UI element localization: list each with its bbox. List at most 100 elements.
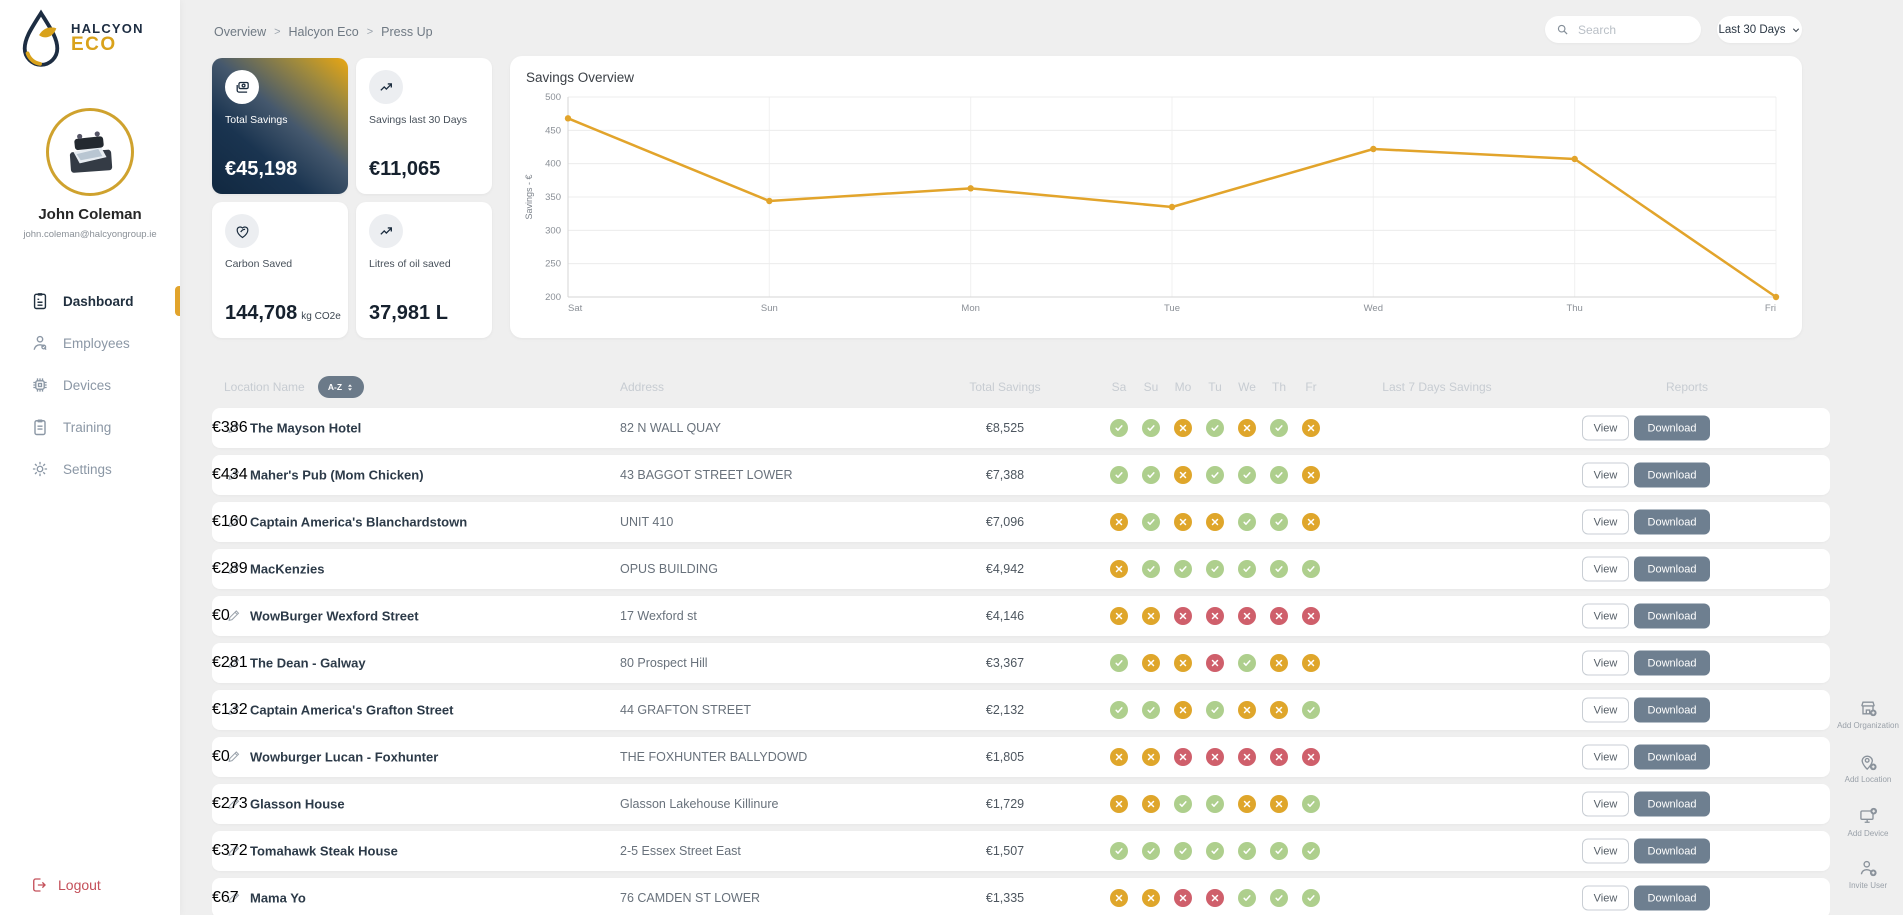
download-report-button[interactable]: Download [1634,415,1710,441]
day-status-check-icon [1238,513,1256,531]
column-header-last7-savings[interactable]: Last 7 Days Savings [1337,380,1537,394]
sidebar-item-devices[interactable]: Devices [0,364,180,406]
breadcrumb-overview[interactable]: Overview [214,25,266,39]
day-status-check-icon [1270,889,1288,907]
column-header-address[interactable]: Address [620,380,664,394]
breadcrumb-press-up[interactable]: Press Up [381,25,432,39]
view-report-button[interactable]: View [1582,838,1629,864]
view-report-button[interactable]: View [1582,697,1629,723]
sidebar-item-dashboard[interactable]: Dashboard [0,280,180,322]
last7-savings-value: €434 [212,466,248,483]
total-savings-value: €1,805 [985,750,1025,764]
download-report-button[interactable]: Download [1634,556,1710,582]
stat-value: 37,981 L [369,302,448,324]
download-report-button[interactable]: Download [1634,509,1710,535]
day-cell [1295,701,1327,719]
download-report-button[interactable]: Download [1634,697,1710,723]
total-savings-value: €7,096 [985,515,1025,529]
location-name: Maher's Pub (Mom Chicken) [250,467,424,483]
day-cell [1103,795,1135,813]
day-cell [1167,701,1199,719]
view-report-button[interactable]: View [1582,603,1629,629]
table-row: Glasson House Glasson Lakehouse Killinure… [212,784,1830,824]
svg-text:250: 250 [545,259,561,270]
day-status-check-icon [1142,701,1160,719]
day-status-check-icon [1270,466,1288,484]
day-status-dots [1103,889,1327,907]
day-cell [1295,748,1327,766]
day-cell [1103,654,1135,672]
sort-az-button[interactable]: A-Z [318,376,364,398]
stat-value: 144,708 [225,302,298,324]
svg-text:500: 500 [545,92,561,103]
view-report-button[interactable]: View [1582,744,1629,770]
logo-text-line2: ECO [71,33,117,55]
day-header-we: We [1238,380,1256,394]
day-status-check-icon [1110,419,1128,437]
sidebar-item-settings[interactable]: Settings [0,448,180,490]
download-report-button[interactable]: Download [1634,462,1710,488]
download-report-button[interactable]: Download [1634,650,1710,676]
day-status-check-icon [1206,795,1224,813]
add-organization-button[interactable]: Add Organization [1833,698,1903,731]
day-cell [1231,419,1263,437]
day-status-x-icon [1238,795,1256,813]
search-input[interactable] [1576,21,1690,38]
table-row: WowBurger Wexford Street 17 Wexford st €4,… [212,596,1830,636]
column-header-total-savings[interactable]: Total Savings [925,380,1085,394]
view-report-button[interactable]: View [1582,556,1629,582]
view-report-button[interactable]: View [1582,650,1629,676]
column-header-location[interactable]: Location Name [224,380,305,394]
sidebar-item-employees[interactable]: Employees [0,322,180,364]
view-report-button[interactable]: View [1582,415,1629,441]
location-address: 82 N WALL QUAY [620,421,721,435]
user-name: John Coleman [38,206,142,223]
view-report-button[interactable]: View [1582,885,1629,911]
day-status-x-icon [1174,654,1192,672]
day-status-check-icon [1142,466,1160,484]
location-name: Mama Yo [250,890,306,906]
stat-card-carbon-saved: Carbon Saved 144,708 kg CO2e [212,202,348,338]
stat-value: €45,198 [225,158,298,180]
day-status-check-icon [1142,560,1160,578]
date-range-dropdown[interactable]: Last 30 Days [1717,16,1802,43]
view-report-button[interactable]: View [1582,462,1629,488]
day-status-check-icon [1238,654,1256,672]
day-status-check-icon [1110,466,1128,484]
sidebar-item-label: Training [63,419,112,435]
location-name: MacKenzies [250,561,325,577]
breadcrumb-halcyon-eco[interactable]: Halcyon Eco [289,25,359,39]
day-cell [1135,466,1167,484]
add-device-button[interactable]: Add Device [1833,806,1903,839]
add-device-icon [1860,807,1877,823]
day-cell [1295,842,1327,860]
fryer-machine-image [69,131,113,173]
stat-label: Carbon Saved [225,258,293,270]
day-status-x-icon [1302,466,1320,484]
day-cell [1295,466,1327,484]
day-cell [1263,513,1295,531]
quick-actions-rail: Add Organization Add Location Add Device… [1833,0,1903,915]
view-report-button[interactable]: View [1582,791,1629,817]
view-report-button[interactable]: View [1582,509,1629,535]
invite-user-button[interactable]: Invite User [1833,858,1903,891]
logout-button[interactable]: Logout [30,876,101,894]
download-report-button[interactable]: Download [1634,885,1710,911]
table-row: Wowburger Lucan - Foxhunter THE FOXHUNTER… [212,737,1830,777]
day-status-x-icon [1174,701,1192,719]
download-report-button[interactable]: Download [1634,603,1710,629]
download-report-button[interactable]: Download [1634,791,1710,817]
day-cell [1295,795,1327,813]
day-cell [1295,889,1327,907]
day-cell [1263,607,1295,625]
day-header-sa: Sa [1111,380,1127,394]
download-report-button[interactable]: Download [1634,838,1710,864]
day-cell [1135,795,1167,813]
day-status-check-icon [1110,701,1128,719]
day-cell [1135,701,1167,719]
download-report-button[interactable]: Download [1634,744,1710,770]
add-location-button[interactable]: Add Location [1833,752,1903,785]
last7-savings-value: €289 [212,560,248,577]
sidebar-item-training[interactable]: Training [0,406,180,448]
stat-cards: Total Savings €45,198 Savings last 30 Da… [212,58,492,338]
